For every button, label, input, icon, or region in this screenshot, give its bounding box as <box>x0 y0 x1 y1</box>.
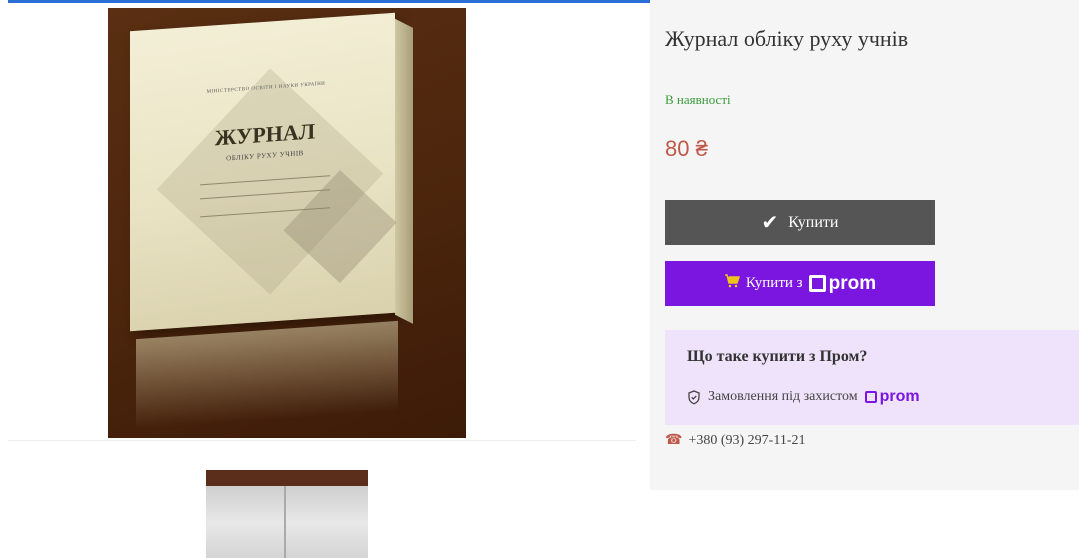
prom-logo: prom <box>864 388 920 406</box>
prom-protection-text: Замовлення під захистом <box>708 389 858 404</box>
product-thumbnail[interactable] <box>206 470 368 558</box>
prom-info-title: Що таке купити з Пром? <box>687 348 868 365</box>
prom-info-box: Що таке купити з Пром? Замовлення під за… <box>665 330 1079 425</box>
buy-button[interactable]: ✔ Купити <box>665 200 935 245</box>
product-main-image[interactable]: МІНІСТЕРСТВО ОСВІТИ І НАУКИ УКРАЇНИ ЖУРН… <box>108 8 466 438</box>
check-icon: ✔ <box>761 212 779 234</box>
book-reflection <box>136 320 398 430</box>
buy-with-prom-label: Купити з <box>745 275 803 291</box>
prom-logo-square <box>864 391 877 403</box>
product-price: 80 ₴ <box>665 136 708 161</box>
buy-button-label: Купити <box>788 213 839 231</box>
phone-number[interactable]: +380 (93) 297-11-21 <box>688 433 805 449</box>
prom-logo-text: prom <box>879 388 920 405</box>
prom-logo: prom <box>808 272 877 295</box>
thumbnail-fold <box>284 486 286 558</box>
product-title: Журнал обліку руху учнів <box>665 26 909 51</box>
phone-row[interactable]: ☎ +380 (93) 297-11-21 <box>665 432 805 449</box>
book-spine <box>395 18 413 324</box>
cart-icon <box>724 274 740 293</box>
prom-protection-row: Замовлення під захистом prom <box>687 388 920 406</box>
image-divider <box>8 440 636 441</box>
availability-status: В наявності <box>665 92 731 107</box>
top-link-underline[interactable] <box>8 0 726 3</box>
phone-icon: ☎ <box>665 433 683 448</box>
product-info-panel: Журнал обліку руху учнів В наявності 80 … <box>650 0 1079 490</box>
prom-logo-square <box>808 275 826 292</box>
book-cover: МІНІСТЕРСТВО ОСВІТИ І НАУКИ УКРАЇНИ ЖУРН… <box>130 12 413 332</box>
shield-icon <box>687 389 701 405</box>
prom-logo-text: prom <box>828 272 877 294</box>
buy-with-prom-button[interactable]: Купити з prom <box>665 261 935 306</box>
